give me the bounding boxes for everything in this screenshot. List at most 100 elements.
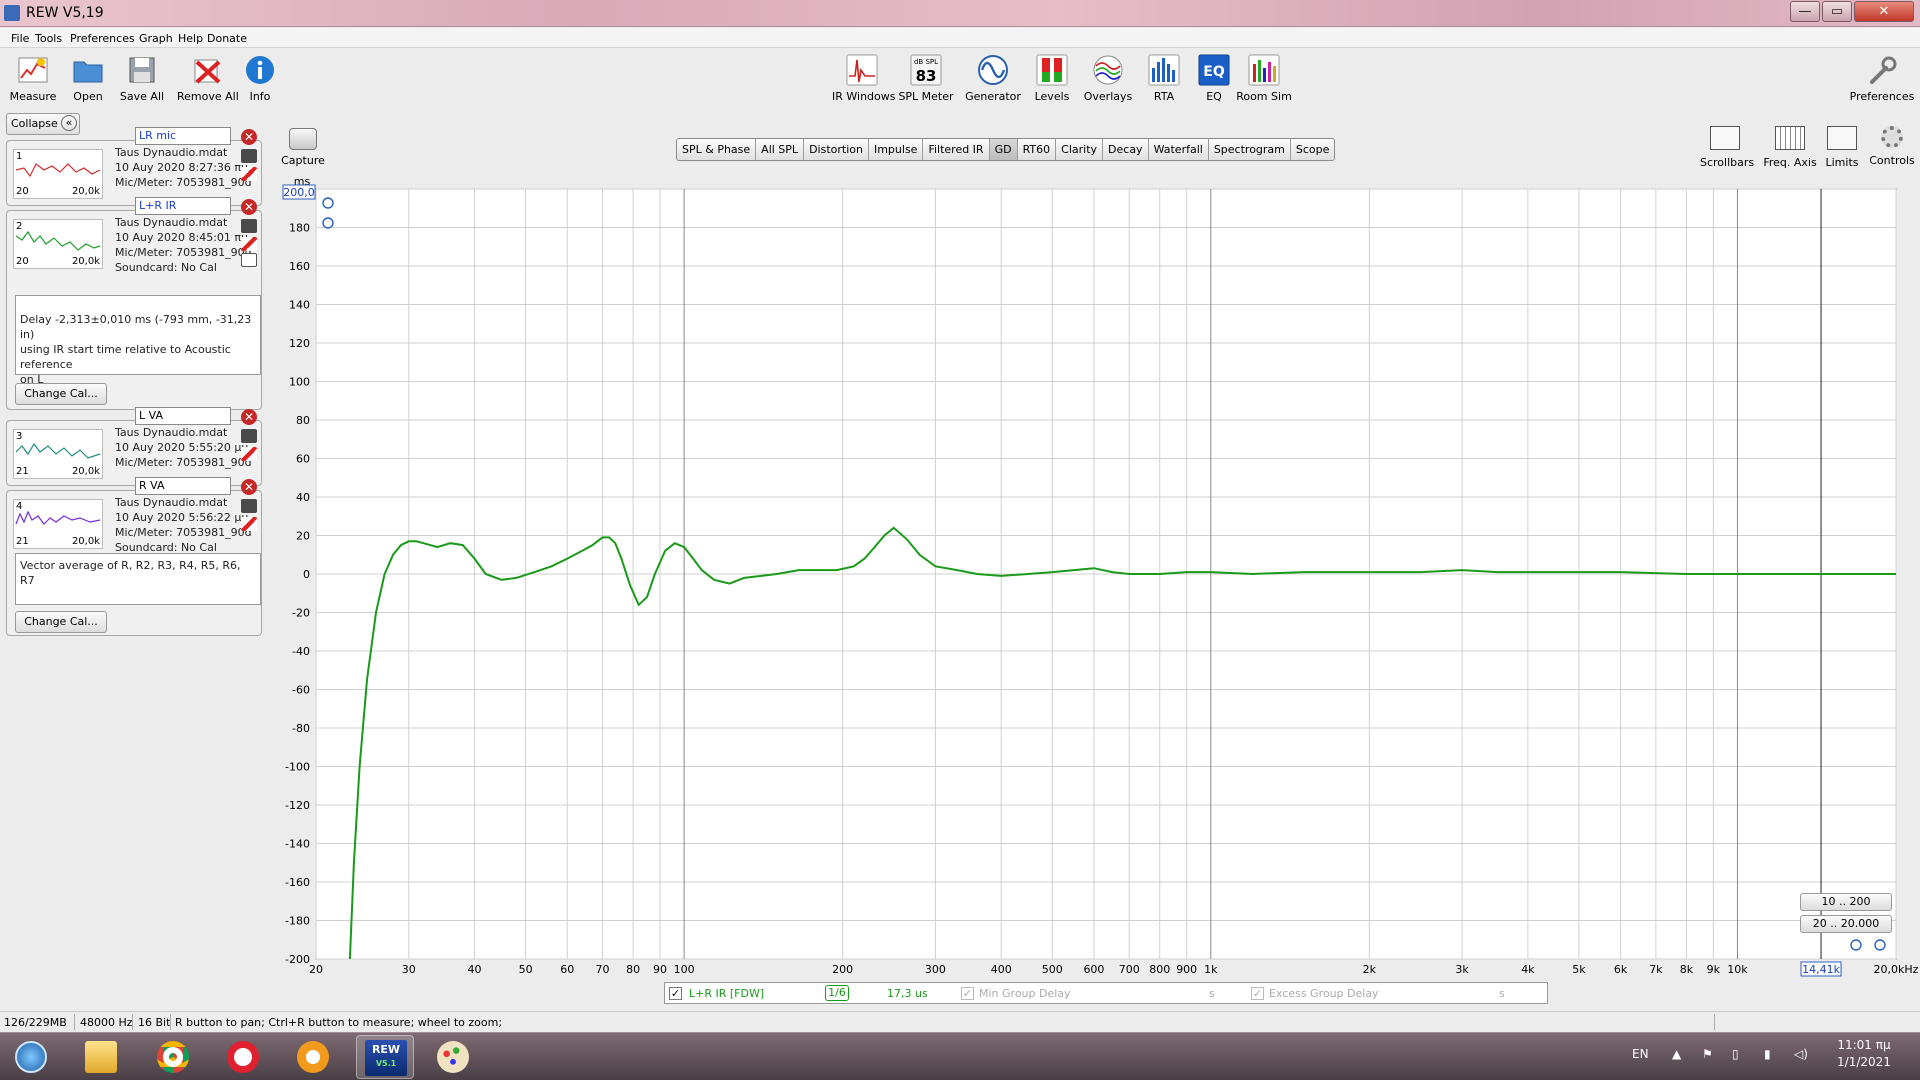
tab-all-spl[interactable]: All SPL (756, 139, 805, 160)
taskbar-explorer[interactable] (72, 1035, 130, 1079)
excess-gd-label: Excess Group Delay (1269, 987, 1379, 1000)
menu-tools[interactable]: Tools (35, 32, 62, 45)
scrollbars-button[interactable]: Scrollbars (1700, 126, 1754, 169)
levels-button[interactable]: Levels (1022, 54, 1082, 110)
tab-impulse[interactable]: Impulse (868, 139, 924, 160)
windows-logo-icon (15, 1041, 47, 1073)
delete-measurement-icon[interactable]: ✕ (241, 129, 257, 145)
x-tick-label: 50 (519, 963, 533, 976)
menu-graph[interactable]: Graph (139, 32, 173, 45)
maximize-button[interactable]: ▭ (1822, 1, 1852, 22)
y-tick-label: -180 (285, 915, 310, 928)
flag-icon[interactable]: ⚑ (1702, 1047, 1713, 1061)
tab-spectrogram[interactable]: Spectrogram (1208, 139, 1291, 160)
collapse-chevron-icon: « (61, 115, 77, 131)
browser-icon (297, 1041, 329, 1073)
y-tick-label: -140 (285, 838, 310, 851)
menu-preferences[interactable]: Preferences (70, 32, 135, 45)
taskbar-browser[interactable] (284, 1035, 342, 1079)
group-delay-graph[interactable]: 180 160 140 120 100 80 60 40 20 0 -20 -40 -60 -80 -100… (0, 175, 1920, 985)
y-tick-label: 160 (289, 260, 310, 273)
edit-icon[interactable] (241, 149, 257, 163)
start-button[interactable] (2, 1035, 60, 1079)
spl-meter-button[interactable]: dB SPL 83 SPL Meter (896, 54, 956, 110)
taskbar-rew[interactable]: REW V5.1 (356, 1035, 414, 1079)
ir-windows-button[interactable]: IR Windows (832, 54, 896, 110)
memory-status: 126/229MB (4, 1016, 67, 1029)
network-icon[interactable]: ▮ (1764, 1047, 1771, 1061)
taskbar-opera[interactable] (214, 1035, 272, 1079)
preferences-button[interactable]: Preferences (1846, 54, 1918, 110)
capture-button[interactable]: Capture (278, 128, 328, 167)
toolbar: Measure Open Save All Remove All Info IR… (0, 48, 1920, 112)
smoothing-button[interactable]: 1/6 (825, 985, 849, 1001)
close-button[interactable]: ✕ (1854, 1, 1914, 22)
x-tick-label: 6k (1614, 963, 1628, 976)
graph-canvas[interactable]: 180160140120100806040200-20-40-60-80-100… (0, 175, 1920, 985)
x-tick-label: 7k (1649, 963, 1663, 976)
overlays-button[interactable]: Overlays (1078, 54, 1138, 110)
tab-scope[interactable]: Scope (1290, 139, 1335, 160)
measure-button[interactable]: Measure (3, 54, 63, 110)
x-tick-label: 700 (1119, 963, 1140, 976)
tab-filtered-ir[interactable]: Filtered IR (923, 139, 990, 160)
generator-button[interactable]: Generator (963, 54, 1023, 110)
x-tick-label: 500 (1042, 963, 1063, 976)
tab-distortion[interactable]: Distortion (804, 139, 869, 160)
controls-button[interactable]: Controls (1868, 126, 1916, 167)
spl-meter-icon: dB SPL83 (910, 54, 942, 86)
tab-clarity[interactable]: Clarity (1056, 139, 1104, 160)
menu-help[interactable]: Help (178, 32, 203, 45)
range-10-200-button[interactable]: 10 .. 200 (1800, 893, 1892, 911)
clock[interactable]: 11:01 πμ 1/1/2021 (1830, 1038, 1898, 1069)
y-tick-label: -80 (292, 722, 310, 735)
minimize-button[interactable]: — (1790, 1, 1820, 22)
range-20-20000-button[interactable]: 20 .. 20.000 (1800, 915, 1892, 933)
remove-all-button[interactable]: Remove All (177, 54, 239, 110)
limits-button[interactable]: Limits (1822, 126, 1862, 169)
menu-donate[interactable]: Donate (207, 32, 247, 45)
ir-windows-icon (846, 54, 878, 86)
gear-icon (1881, 126, 1903, 148)
x-tick-label: 70 (596, 963, 610, 976)
tab-spl-phase[interactable]: SPL & Phase (677, 139, 757, 160)
language-indicator[interactable]: EN (1632, 1047, 1649, 1061)
freq-axis-button[interactable]: Freq. Axis (1760, 126, 1820, 169)
x-tick-label: 9k (1707, 963, 1721, 976)
menu-bar: File Tools Preferences Graph Help Donate (0, 28, 1920, 48)
tab-decay[interactable]: Decay (1103, 139, 1149, 160)
battery-icon[interactable]: ▯ (1732, 1047, 1739, 1061)
taskbar-chrome[interactable] (144, 1035, 202, 1079)
remove-all-icon (194, 59, 221, 84)
room-sim-button[interactable]: Room Sim (1234, 54, 1294, 110)
tray-up-arrow-icon[interactable]: ▲ (1672, 1047, 1681, 1061)
tab-waterfall[interactable]: Waterfall (1148, 139, 1209, 160)
tab-rt60[interactable]: RT60 (1017, 139, 1057, 160)
x-cursor-value: 14,41k (1802, 963, 1840, 976)
y-tick-label: 40 (296, 491, 310, 504)
x-tick-label: 20 (309, 963, 323, 976)
svg-text:dB SPL: dB SPL (914, 58, 938, 66)
info-button[interactable]: Info (230, 54, 290, 110)
series-checkbox[interactable]: ✓ (669, 987, 682, 1000)
open-button[interactable]: Open (58, 54, 118, 110)
save-all-button[interactable]: Save All (112, 54, 172, 110)
excess-gd-checkbox[interactable]: ✓ (1251, 987, 1264, 1000)
paint-palette-icon (437, 1041, 469, 1073)
measurement-name-field[interactable]: LR mic (135, 127, 231, 145)
x-tick-label: 800 (1149, 963, 1170, 976)
graph-tabs: SPL & Phase All SPL Distortion Impulse Filte… (676, 138, 1336, 161)
min-gd-label: Min Group Delay (979, 987, 1071, 1000)
volume-icon[interactable]: ◁) (1794, 1047, 1808, 1061)
x-tick-label: 3k (1455, 963, 1469, 976)
y-tick-label: 140 (289, 299, 310, 312)
taskbar-paint[interactable] (424, 1035, 482, 1079)
min-gd-checkbox[interactable]: ✓ (961, 987, 974, 1000)
menu-file[interactable]: File (11, 32, 29, 45)
collapse-button[interactable]: Collapse « (6, 113, 80, 135)
tab-gd[interactable]: GD (989, 139, 1018, 160)
folder-icon (85, 1041, 117, 1073)
rta-icon (1148, 54, 1180, 86)
x-tick-label: 600 (1083, 963, 1104, 976)
x-tick-label: 4k (1521, 963, 1535, 976)
